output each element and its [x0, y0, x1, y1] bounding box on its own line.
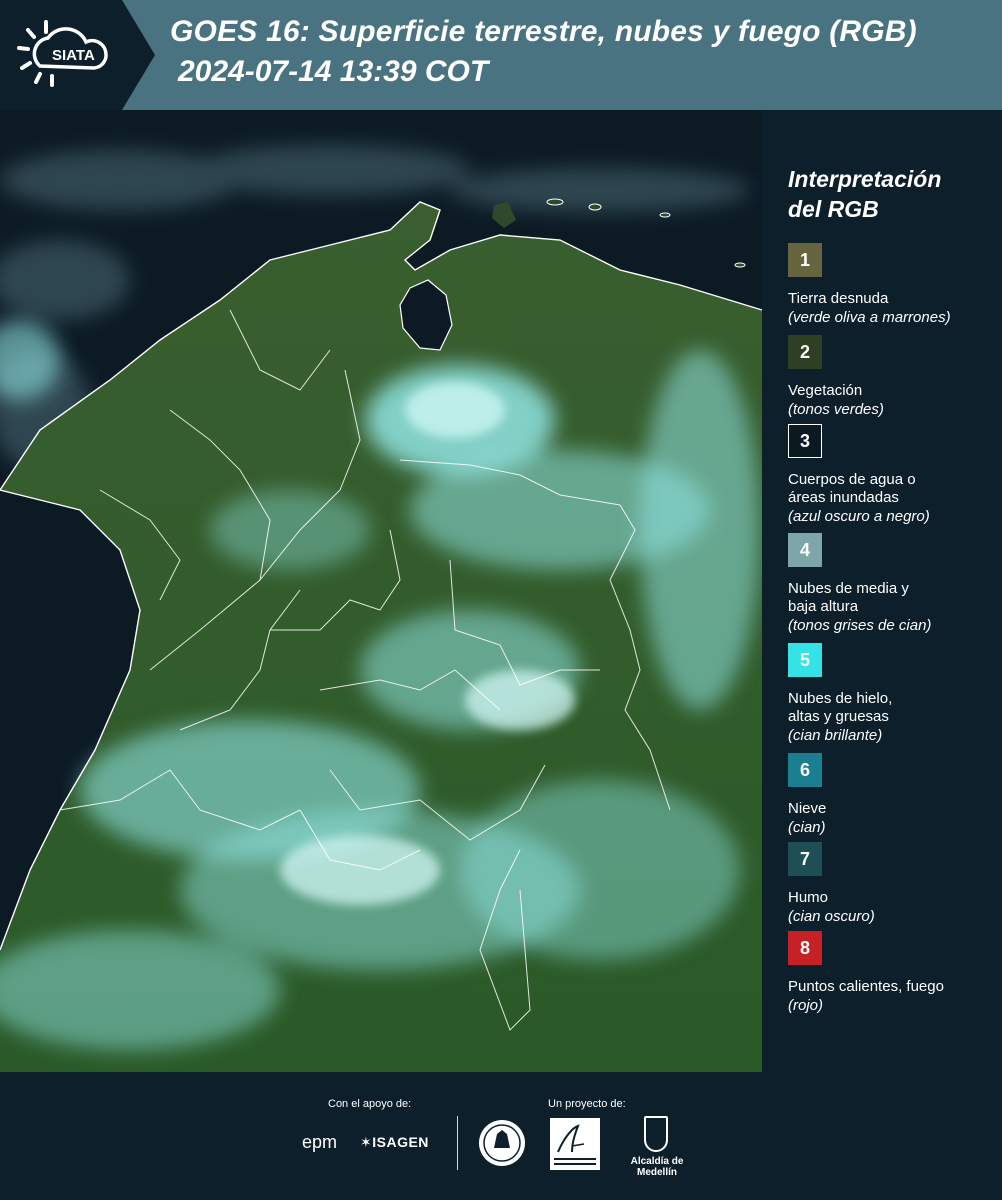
legend-label-2: áreas inundadas [788, 489, 899, 506]
legend-label: Nieve [788, 800, 827, 817]
swatch-3: 3 [788, 424, 822, 458]
siata-logo[interactable]: SIATA [0, 0, 155, 110]
timestamp: 2024-07-14 13:39 COT [178, 55, 489, 88]
legend-panel: Interpretación del RGB 1 Tierra desnuda … [762, 110, 1002, 1072]
legend-label: Vegetación [788, 382, 863, 399]
alcaldia-text: Alcaldía de Medellín [630, 1156, 684, 1178]
legend-desc: (tonos verdes) [788, 401, 884, 418]
antioquia-seal-icon[interactable] [477, 1118, 527, 1168]
swatch-2: 2 [788, 335, 822, 369]
area-metropolitana-logo[interactable] [550, 1118, 600, 1170]
legend-item-fire: 8 Puntos calientes, fuego (rojo) [788, 931, 944, 1015]
isagen-text: ISAGEN [372, 1134, 429, 1150]
alcaldia-crest-icon [644, 1116, 668, 1152]
legend-item-smoke: 7 Humo (cian oscuro) [788, 842, 875, 926]
legend-item-water: 3 Cuerpos de agua o áreas inundadas (azu… [788, 424, 930, 526]
legend-desc: (azul oscuro a negro) [788, 508, 930, 525]
legend-desc: (cian) [788, 819, 826, 836]
legend-label: Tierra desnuda [788, 290, 889, 307]
swatch-6: 6 [788, 753, 822, 787]
legend-title: Interpretación del RGB [788, 164, 941, 224]
epm-logo[interactable]: epm [302, 1132, 337, 1153]
satellite-map[interactable] [0, 110, 762, 1072]
swatch-4: 4 [788, 533, 822, 567]
header: SIATA GOES 16: Superficie terrestre, nub… [0, 0, 1002, 110]
project-label: Un proyecto de: [548, 1098, 626, 1110]
legend-label: Nubes de media y [788, 580, 909, 597]
footer-divider [457, 1116, 458, 1170]
map-canvas [0, 110, 762, 1072]
legend-item-bare-soil: 1 Tierra desnuda (verde oliva a marrones… [788, 243, 951, 327]
legend-desc: (rojo) [788, 997, 824, 1014]
legend-desc: (cian oscuro) [788, 908, 875, 925]
legend-label: Humo [788, 889, 829, 906]
swatch-5: 5 [788, 643, 822, 677]
legend-item-snow: 6 Nieve (cian) [788, 753, 826, 837]
swatch-8: 8 [788, 931, 822, 965]
legend-title-line2: del RGB [788, 196, 879, 222]
footer: Con el apoyo de: Un proyecto de: epm ✶IS… [0, 1072, 1002, 1200]
legend-label-2: altas y gruesas [788, 708, 889, 725]
legend-desc: (verde oliva a marrones) [788, 309, 951, 326]
isagen-icon: ✶ [360, 1134, 373, 1150]
legend-desc: (cian brillante) [788, 727, 883, 744]
legend-label: Cuerpos de agua o [788, 471, 916, 488]
legend-label-2: baja altura [788, 598, 859, 615]
logo-text: SIATA [52, 47, 95, 64]
legend-label: Puntos calientes, fuego [788, 978, 944, 995]
page-title: GOES 16: Superficie terrestre, nubes y f… [170, 15, 917, 48]
alcaldia-medellin-logo[interactable]: Alcaldía de Medellín [612, 1116, 702, 1178]
legend-item-low-clouds: 4 Nubes de media y baja altura (tonos gr… [788, 533, 931, 635]
legend-item-vegetation: 2 Vegetación (tonos verdes) [788, 335, 884, 419]
legend-title-line1: Interpretación [788, 166, 942, 192]
legend-label: Nubes de hielo, [788, 690, 893, 707]
legend-desc: (tonos grises de cian) [788, 617, 932, 634]
isagen-logo[interactable]: ✶ISAGEN [360, 1134, 429, 1151]
support-label: Con el apoyo de: [328, 1098, 412, 1110]
legend-item-ice-clouds: 5 Nubes de hielo, altas y gruesas (cian … [788, 643, 892, 745]
swatch-7: 7 [788, 842, 822, 876]
swatch-1: 1 [788, 243, 822, 277]
